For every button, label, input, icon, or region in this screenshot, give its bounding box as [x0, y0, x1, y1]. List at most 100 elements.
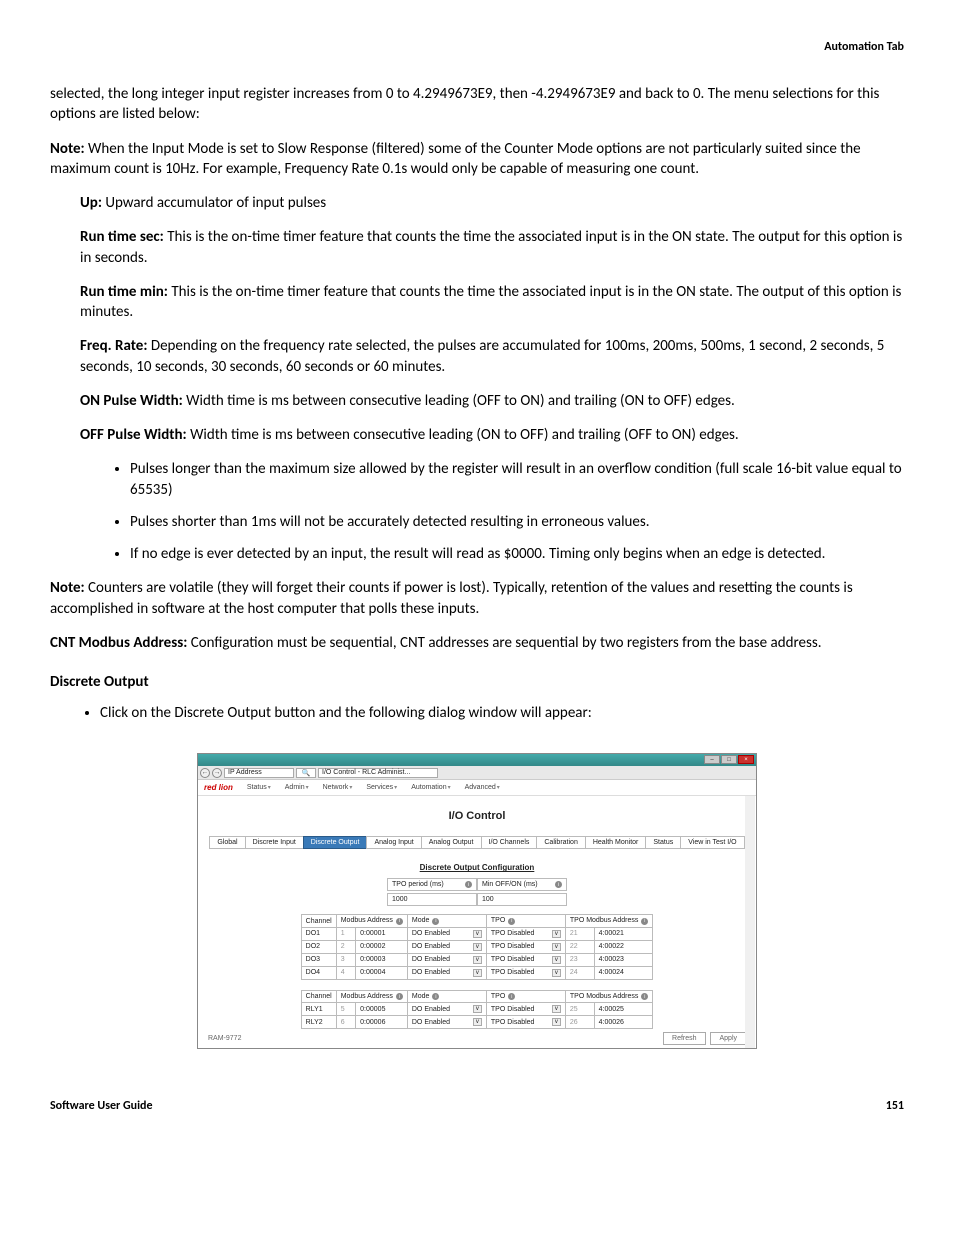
tab-global[interactable]: Global — [209, 836, 244, 849]
browser-tab-title: I/O Control - RLC Administ... — [322, 769, 410, 776]
cell[interactable]: DO Enabledv — [407, 940, 486, 953]
def-rts-label: Run time sec: — [80, 228, 164, 246]
chevron-down-icon[interactable]: v — [552, 1005, 561, 1013]
cell[interactable]: 6 — [336, 1016, 355, 1029]
search-button[interactable]: 🔍 — [296, 768, 316, 778]
menu-admin[interactable]: Admin — [285, 784, 309, 791]
cell[interactable]: DO Enabledv — [407, 1016, 486, 1029]
chevron-down-icon[interactable]: v — [552, 1018, 561, 1026]
cell: DO2 — [301, 940, 336, 953]
tab-status[interactable]: Status — [645, 836, 680, 849]
apply-button[interactable]: Apply — [710, 1032, 746, 1045]
address-field[interactable]: IP Address — [224, 768, 294, 778]
chevron-down-icon[interactable]: v — [473, 1005, 482, 1013]
cell[interactable]: 22 — [565, 940, 594, 953]
cell[interactable]: DO Enabledv — [407, 966, 486, 979]
cell[interactable]: 5 — [336, 1003, 355, 1016]
forward-button[interactable]: → — [212, 768, 222, 778]
cell: 4:00025 — [594, 1003, 653, 1016]
browser-window: – □ × ← → IP Address 🔍 I/O Control - RLC… — [197, 753, 757, 1049]
section-instruction-list: Click on the Discrete Output button and … — [50, 703, 904, 723]
chevron-down-icon[interactable]: v — [473, 930, 482, 938]
min-off-input[interactable]: 100 — [477, 893, 567, 906]
menu-services[interactable]: Services — [366, 784, 397, 791]
cell[interactable]: 2 — [336, 940, 355, 953]
cell[interactable]: TPO Disabledv — [486, 1003, 565, 1016]
info-icon[interactable]: i — [396, 993, 403, 1000]
info-icon[interactable]: i — [432, 993, 439, 1000]
cell[interactable]: 23 — [565, 953, 594, 966]
window-close-button[interactable]: × — [738, 755, 754, 764]
window-maximize-button[interactable]: □ — [721, 755, 737, 764]
col-header: Modbus Addressi — [336, 915, 407, 928]
col-header: TPOi — [486, 990, 565, 1003]
chevron-down-icon[interactable]: v — [473, 943, 482, 951]
subnav-tabs: GlobalDiscrete InputDiscrete OutputAnalo… — [198, 836, 756, 849]
refresh-button[interactable]: Refresh — [663, 1032, 706, 1045]
tab-discrete-input[interactable]: Discrete Input — [245, 836, 303, 849]
note-2-text: Counters are volatile (they will forget … — [50, 579, 853, 617]
note-1-label: Note: — [50, 140, 85, 158]
scrollbar[interactable] — [745, 796, 755, 1048]
tpo-period-input[interactable]: 1000 — [387, 893, 477, 906]
cell[interactable]: TPO Disabledv — [486, 1016, 565, 1029]
cell[interactable]: 4 — [336, 966, 355, 979]
back-button[interactable]: ← — [200, 768, 210, 778]
info-icon[interactable]: i — [641, 918, 648, 925]
cell[interactable]: TPO Disabledv — [486, 953, 565, 966]
browser-tab[interactable]: I/O Control - RLC Administ... — [318, 768, 438, 778]
cell[interactable]: 25 — [565, 1003, 594, 1016]
cell: 4:00022 — [594, 940, 653, 953]
cell[interactable]: 3 — [336, 953, 355, 966]
cell[interactable]: TPO Disabledv — [486, 940, 565, 953]
cell[interactable]: 24 — [565, 966, 594, 979]
chevron-down-icon[interactable]: v — [552, 969, 561, 977]
cell[interactable]: TPO Disabledv — [486, 966, 565, 979]
menu-advanced[interactable]: Advanced — [465, 784, 500, 791]
cell[interactable]: 26 — [565, 1016, 594, 1029]
window-minimize-button[interactable]: – — [704, 755, 720, 764]
def-off: OFF Pulse Width: Width time is ms betwee… — [80, 425, 904, 445]
chevron-down-icon[interactable]: v — [473, 969, 482, 977]
def-fr-label: Freq. Rate: — [80, 337, 147, 355]
tab-analog-input[interactable]: Analog Input — [366, 836, 420, 849]
chevron-down-icon[interactable]: v — [552, 956, 561, 964]
info-icon[interactable]: i — [396, 918, 403, 925]
chevron-down-icon[interactable]: v — [552, 930, 561, 938]
def-up-text: Upward accumulator of input pulses — [102, 194, 326, 212]
info-icon[interactable]: i — [465, 881, 472, 888]
tab-i-o-channels[interactable]: I/O Channels — [481, 836, 537, 849]
cell: 0:00002 — [356, 940, 408, 953]
cell[interactable]: 21 — [565, 927, 594, 940]
cell[interactable]: DO Enabledv — [407, 1003, 486, 1016]
cell[interactable]: DO Enabledv — [407, 953, 486, 966]
cell[interactable]: 1 — [336, 927, 355, 940]
tab-calibration[interactable]: Calibration — [536, 836, 584, 849]
intro-paragraph: selected, the long integer input registe… — [50, 84, 904, 125]
cell: 0:00001 — [356, 927, 408, 940]
menu-network[interactable]: Network — [323, 784, 353, 791]
cell[interactable]: DO Enabledv — [407, 927, 486, 940]
def-on-label: ON Pulse Width: — [80, 392, 183, 410]
info-icon[interactable]: i — [555, 881, 562, 888]
info-icon[interactable]: i — [432, 918, 439, 925]
cell: 4:00023 — [594, 953, 653, 966]
tab-discrete-output[interactable]: Discrete Output — [303, 836, 367, 849]
chevron-down-icon[interactable]: v — [552, 943, 561, 951]
table-row: RLY150:00005DO EnabledvTPO Disabledv254:… — [301, 1003, 653, 1016]
tab-health-monitor[interactable]: Health Monitor — [585, 836, 646, 849]
tab-analog-output[interactable]: Analog Output — [421, 836, 481, 849]
chevron-down-icon[interactable]: v — [473, 956, 482, 964]
info-icon[interactable]: i — [641, 993, 648, 1000]
tab-view-in-test-i-o[interactable]: View in Test I/O — [680, 836, 744, 849]
cell[interactable]: TPO Disabledv — [486, 927, 565, 940]
info-icon[interactable]: i — [508, 918, 515, 925]
menu-automation[interactable]: Automation — [411, 784, 450, 791]
cell: 0:00003 — [356, 953, 408, 966]
col-header: Channel — [301, 990, 336, 1003]
menu-status[interactable]: Status — [247, 784, 271, 791]
def-rtm-label: Run time min: — [80, 283, 168, 301]
info-icon[interactable]: i — [508, 993, 515, 1000]
def-fr-text: Depending on the frequency rate selected… — [80, 337, 884, 375]
chevron-down-icon[interactable]: v — [473, 1018, 482, 1026]
